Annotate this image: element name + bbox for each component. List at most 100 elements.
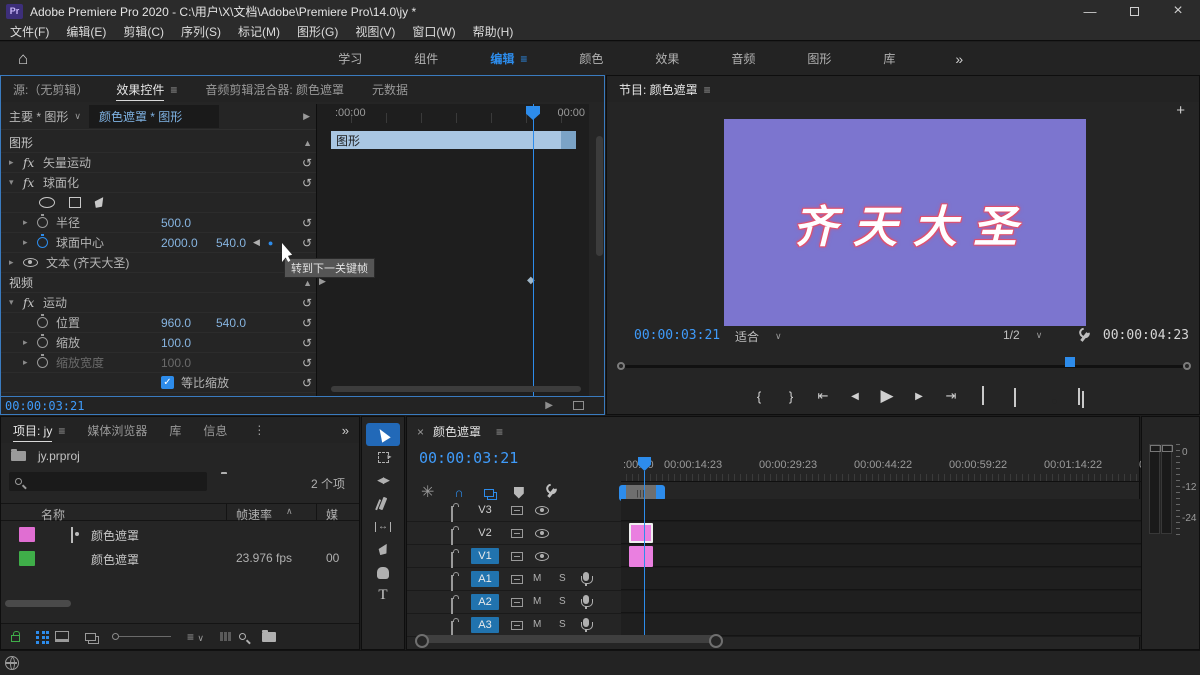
column-header-name[interactable]: 名称: [41, 506, 65, 523]
track-v3-content[interactable]: [621, 499, 1141, 521]
stopwatch-icon[interactable]: [37, 217, 48, 228]
sort-icons-button[interactable]: ≡ ∨: [187, 630, 204, 644]
chevron-down-icon[interactable]: ∨: [74, 111, 81, 122]
reset-icon[interactable]: ↺: [302, 176, 312, 190]
track-v1-content[interactable]: [621, 545, 1141, 567]
find-button[interactable]: [239, 633, 246, 640]
column-divider[interactable]: [316, 504, 317, 520]
project-file-name[interactable]: jy.prproj: [38, 449, 80, 463]
sync-lock-icon[interactable]: [511, 506, 523, 515]
expander-icon[interactable]: ▾: [9, 297, 23, 308]
track-a3-content[interactable]: [621, 614, 1141, 636]
panel-overflow-icon[interactable]: »: [342, 423, 349, 438]
track-a1-badge[interactable]: A1: [471, 571, 499, 587]
section-header-graphics[interactable]: 图形 ▲: [1, 133, 316, 153]
sub-clip-selector[interactable]: 颜色遮罩 * 图形: [89, 105, 219, 128]
uniform-scale-checkbox[interactable]: ✓: [161, 376, 174, 389]
property-row-radius[interactable]: ▸ 半径 500.0 ↺: [1, 213, 316, 233]
label-color-swatch[interactable]: [19, 551, 35, 566]
menu-view[interactable]: 视图(V): [355, 23, 395, 40]
add-keyframe-button[interactable]: ●: [268, 238, 273, 248]
reset-icon[interactable]: ↺: [302, 316, 312, 330]
track-v2-content[interactable]: [621, 522, 1141, 544]
toggle-effects-icon[interactable]: [573, 401, 584, 410]
settings-wrench-icon[interactable]: [1077, 330, 1090, 343]
voiceover-mic-icon[interactable]: [583, 595, 589, 604]
solo-button[interactable]: S: [559, 619, 566, 630]
horizontal-scrollbar[interactable]: [331, 386, 581, 392]
zoom-slider-handle[interactable]: [112, 633, 119, 640]
scrubber-right-handle[interactable]: [1183, 362, 1191, 370]
add-marker-icon[interactable]: [514, 487, 524, 499]
property-row-scale[interactable]: ▸ 缩放 100.0 ↺: [1, 333, 316, 353]
automate-to-sequence-button[interactable]: [220, 632, 223, 641]
timeline-settings-icon[interactable]: [544, 486, 557, 499]
button-editor-button[interactable]: +: [1176, 102, 1185, 119]
sync-lock-icon[interactable]: [511, 621, 523, 630]
playback-resolution-dropdown[interactable]: 1/2∨: [1003, 328, 1063, 342]
slip-tool[interactable]: ↔: [366, 515, 400, 538]
reset-icon[interactable]: ↺: [302, 336, 312, 350]
sort-ascending-icon[interactable]: ∧: [286, 506, 293, 517]
menu-markers[interactable]: 标记(M): [238, 23, 280, 40]
program-timecode[interactable]: 00:00:03:21: [634, 328, 720, 343]
razor-tool[interactable]: [366, 492, 400, 515]
workspace-tab-effects[interactable]: 效果: [629, 50, 705, 67]
effect-row-text[interactable]: ▸ 文本 (齐天大圣) ↺: [1, 253, 316, 273]
timeline-ruler[interactable]: :00:00 00:00:14:23 00:00:29:23 00:00:44:…: [621, 456, 1141, 482]
track-lock-icon[interactable]: [451, 575, 453, 591]
timeline-timecode[interactable]: 00:00:03:21: [419, 449, 518, 467]
tab-effect-controls[interactable]: 效果控件≡: [116, 81, 177, 98]
reset-icon[interactable]: ↺: [302, 296, 312, 310]
lift-button[interactable]: [976, 389, 990, 404]
menu-file[interactable]: 文件(F): [10, 23, 49, 40]
zoom-level-dropdown[interactable]: 适合∨: [735, 328, 797, 345]
stopwatch-icon-active[interactable]: [37, 237, 48, 248]
property-value[interactable]: 500.0: [161, 216, 191, 230]
program-preview[interactable]: 齐天大圣: [724, 119, 1086, 326]
track-lock-icon[interactable]: [451, 598, 453, 614]
track-lock-icon[interactable]: [451, 552, 453, 568]
track-a2-content[interactable]: [621, 591, 1141, 613]
close-button[interactable]: ×: [1156, 0, 1200, 22]
panel-menu-icon[interactable]: ≡: [496, 425, 503, 439]
reset-icon[interactable]: ↺: [302, 156, 312, 170]
stopwatch-icon[interactable]: [37, 317, 48, 328]
property-row-sphere-center[interactable]: ▸ 球面中心 2000.0 540.0 ◀ ● ↺: [1, 233, 316, 253]
tab-project[interactable]: 项目: jy≡: [13, 422, 65, 439]
project-item-sequence[interactable]: 颜色遮罩 23.976 fps 00: [1, 547, 359, 570]
workspace-menu-icon[interactable]: ≡: [520, 52, 527, 66]
vertical-scrollbar[interactable]: [596, 136, 603, 256]
track-v1-badge[interactable]: V1: [471, 548, 499, 564]
close-tab-icon[interactable]: ×: [417, 425, 424, 439]
column-header-framerate[interactable]: 帧速率: [236, 506, 272, 523]
folder-up-icon[interactable]: [11, 451, 26, 461]
track-a3-badge[interactable]: A3: [471, 617, 499, 633]
previous-keyframe-button[interactable]: ◀: [253, 237, 260, 248]
mini-playhead-line[interactable]: [533, 104, 534, 398]
step-back-button[interactable]: ◀: [848, 391, 862, 402]
extract-button[interactable]: [1008, 389, 1022, 404]
mini-time-ruler[interactable]: :00:00 00:00: [317, 104, 589, 130]
project-horizontal-scrollbar[interactable]: [5, 600, 71, 607]
track-lock-icon[interactable]: [451, 529, 453, 545]
track-select-forward-tool[interactable]: [366, 446, 400, 469]
expander-icon[interactable]: ▾: [9, 177, 23, 188]
expander-icon[interactable]: ▸: [23, 217, 37, 228]
selection-tool[interactable]: [366, 423, 400, 446]
workspace-tab-libraries[interactable]: 库: [857, 50, 921, 67]
workspace-tab-assembly[interactable]: 组件: [388, 50, 464, 67]
sync-lock-icon[interactable]: [511, 529, 523, 538]
ripple-edit-tool[interactable]: ◀▶: [366, 469, 400, 492]
panel-timecode[interactable]: 00:00:03:21: [5, 399, 84, 413]
clip-duration-bar[interactable]: 图形: [331, 131, 576, 149]
sync-lock-icon[interactable]: [511, 575, 523, 584]
mute-button[interactable]: M: [533, 619, 541, 630]
workspace-overflow-icon[interactable]: »: [955, 51, 963, 67]
solo-button[interactable]: S: [559, 596, 566, 607]
effect-row-spherize[interactable]: ▾ fx 球面化 ↺: [1, 173, 316, 193]
track-a1-content[interactable]: [621, 568, 1141, 590]
sync-lock-icon[interactable]: [511, 598, 523, 607]
collapse-icon[interactable]: ▲: [303, 138, 312, 148]
eye-icon[interactable]: [23, 258, 38, 267]
